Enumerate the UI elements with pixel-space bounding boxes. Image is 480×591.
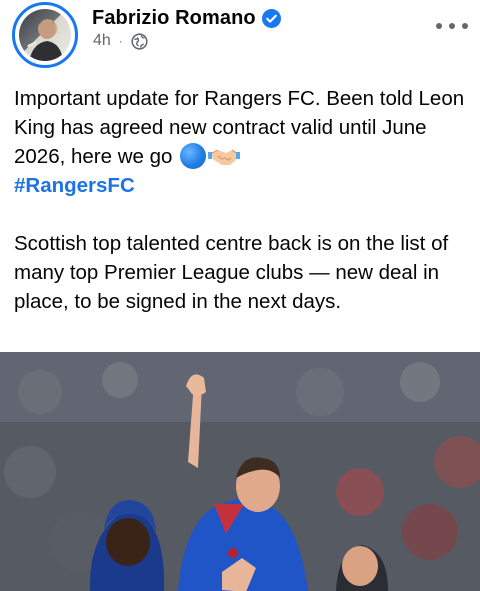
profile-avatar-ring[interactable] [12,2,78,68]
verified-badge-icon [261,8,281,28]
meta-separator: · [118,34,123,48]
more-dot [449,23,455,29]
author-name[interactable]: Fabrizio Romano [92,7,256,30]
blue-circle-emoji [180,143,207,169]
handshake-emoji [208,149,241,165]
post-timestamp[interactable]: 4h [93,32,111,50]
post-body: Important update for Rangers FC. Been to… [14,84,474,316]
avatar-silhouette [27,20,63,61]
post-meta: 4h · [93,32,148,50]
post-paragraph-2: Scottish top talented centre back is on … [14,232,449,313]
photo-illustration [0,352,480,591]
author-row: Fabrizio Romano [92,5,281,31]
avatar[interactable] [19,9,71,61]
hashtag-link[interactable]: #RangersFC [14,174,135,197]
more-dot [436,23,442,29]
more-dot [462,23,468,29]
post-paragraph-1: Important update for Rangers FC. Been to… [14,84,474,200]
post-header: Fabrizio Romano 4h · [0,0,480,78]
post-photo[interactable] [0,352,480,591]
more-options-icon[interactable] [436,16,468,36]
globe-icon[interactable] [131,32,148,50]
